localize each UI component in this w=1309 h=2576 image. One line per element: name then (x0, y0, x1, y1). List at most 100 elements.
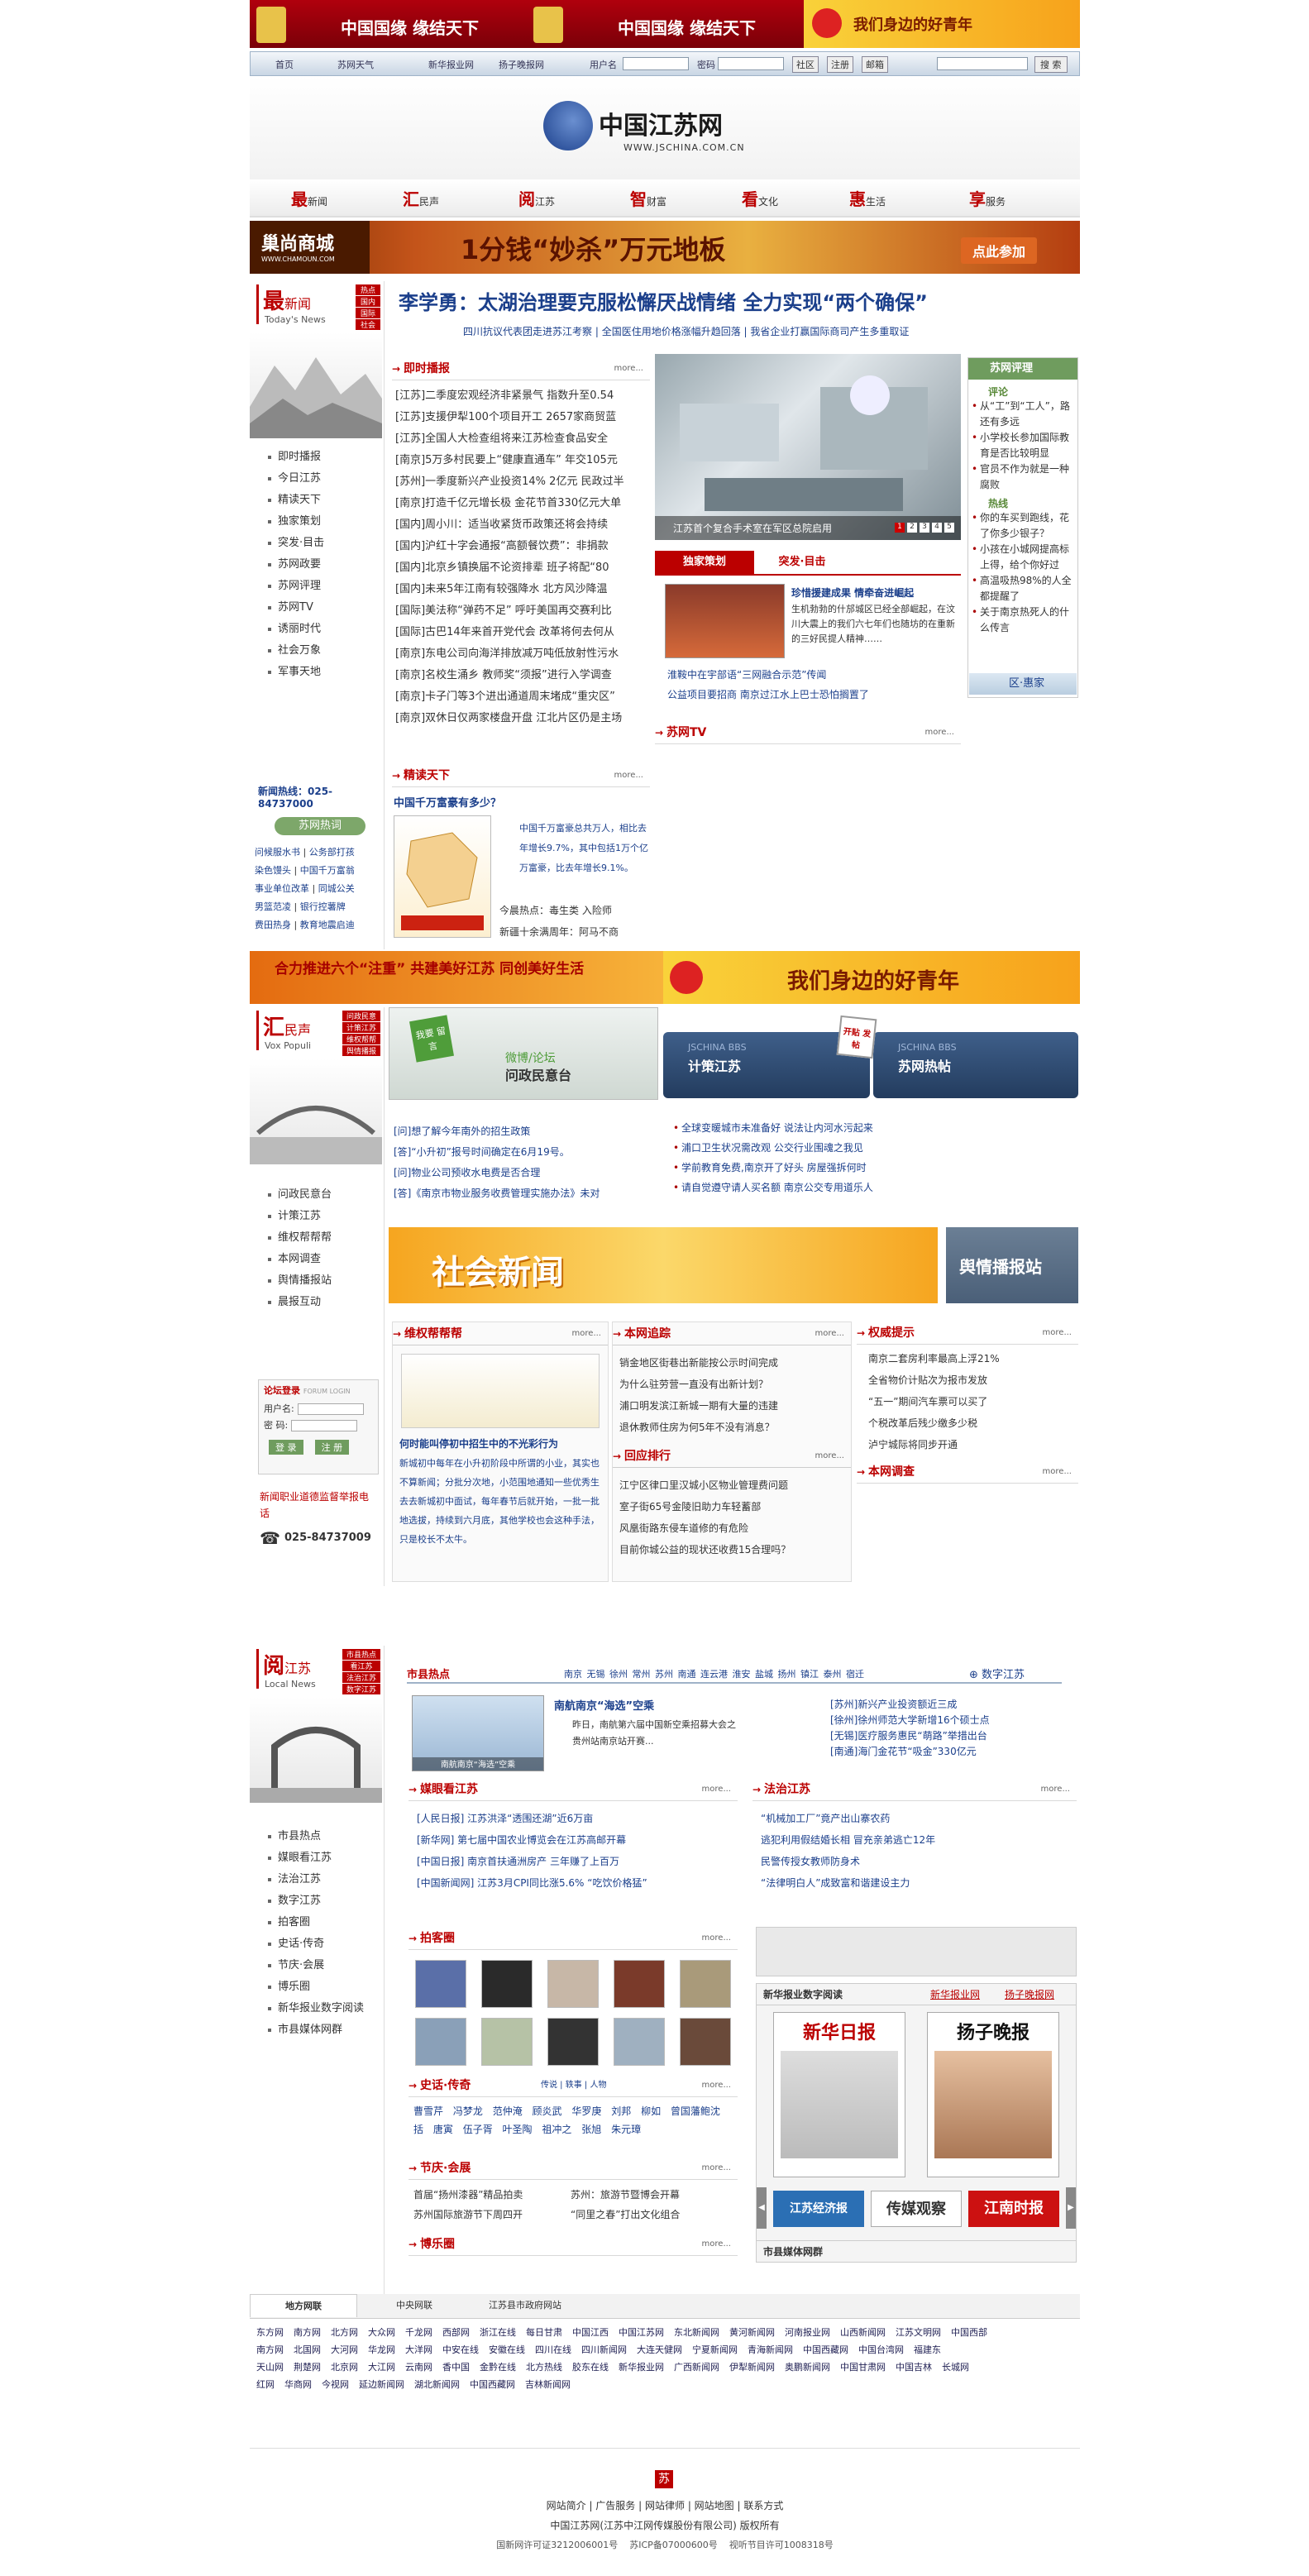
promo-banner-right[interactable]: 我们身边的好青年 (663, 951, 1080, 1004)
mail-button[interactable]: 邮箱 (862, 56, 888, 73)
jieqing-item[interactable]: “同里之春”打出文化组合 (571, 2205, 728, 2225)
zhuizong-item[interactable]: 浦口明发滨江新城一期有大量的违建 (619, 1395, 851, 1417)
digital-jiangsu-link[interactable]: ⊕ 数字江苏 (969, 1666, 1025, 1681)
sidebar-item-politics[interactable]: 苏网政要 (250, 554, 382, 576)
top-banner-ad[interactable]: 中国国缘 缘结天下 (250, 0, 527, 48)
photo-slideshow[interactable]: 江苏首个复合手术室在军区总院启用 1 2 3 4 5 (655, 354, 961, 540)
bbs-item[interactable]: 全球变暖城市未准备好 说法让内河水污起来 (670, 1118, 1075, 1138)
city-hot-link[interactable]: [南通]海门金花节“吸金”330亿元 (830, 1744, 1070, 1760)
sidebar-item[interactable]: 法治江苏 (250, 1869, 382, 1890)
bbs-item[interactable]: 学前教育免费,南京开了好头 房屋强拆何时 (670, 1158, 1075, 1178)
more-link[interactable]: more... (702, 2074, 731, 2097)
partner-link[interactable]: 四川新闻网 (581, 2344, 627, 2355)
shihua-tab[interactable]: 轶事 (566, 2081, 582, 2090)
city-link[interactable]: 徐州 (609, 1669, 628, 1680)
city-link[interactable]: 扬州 (778, 1669, 796, 1680)
headline-sublink[interactable]: 四川抗议代表团走进苏江考察 (463, 326, 592, 337)
more-link[interactable]: more... (1043, 1321, 1072, 1345)
city-link[interactable]: 南京 (564, 1669, 582, 1680)
search-input[interactable] (937, 57, 1028, 70)
partner-link[interactable]: 长城网 (942, 2362, 969, 2373)
mainnav-item-voice[interactable]: 汇民声 (403, 186, 439, 210)
more-link[interactable]: more... (1043, 1460, 1072, 1484)
meiyan-item[interactable]: [中国新闻网] 江苏3月CPI同比涨5.6% “吃饮价格猛” (417, 1872, 738, 1894)
sidebar-item[interactable]: 市县媒体网群 (250, 2019, 382, 2041)
partner-link[interactable]: 大连天健网 (637, 2344, 682, 2355)
search-button[interactable]: 搜 索 (1034, 56, 1068, 73)
partner-link[interactable]: 今视网 (322, 2379, 349, 2390)
more-link[interactable]: more... (702, 2233, 731, 2256)
register-button[interactable]: 注册 (827, 56, 853, 73)
fazhi-item[interactable]: 民警传授女教师防身术 (761, 1851, 1077, 1872)
partner-link[interactable]: 中国吉林 (896, 2362, 932, 2373)
partner-link[interactable]: 四川在线 (535, 2344, 571, 2355)
nav-weather-link[interactable]: 苏网天气 (337, 58, 374, 71)
login-button[interactable]: 登 录 (269, 1440, 303, 1455)
hot-word[interactable]: 教育地震启迪 (300, 920, 355, 930)
paike-thumb[interactable] (680, 1960, 731, 2008)
footer-link[interactable]: 网站简介 (547, 2500, 586, 2511)
sidebar-item-survey[interactable]: 本网调查 (250, 1249, 382, 1270)
slide-dot[interactable]: 1 (895, 523, 905, 533)
top-banner-ad[interactable]: 中国国缘 缘结天下 (527, 0, 804, 48)
top-banner-ad[interactable]: 我们身边的好青年 (804, 0, 1080, 48)
news-item[interactable]: [江苏]全国人大检查组将来江苏检查食品安全 (395, 428, 650, 450)
partner-link[interactable]: 大河网 (331, 2344, 358, 2355)
paike-thumb[interactable] (415, 2018, 466, 2066)
footer-link[interactable]: 联系方式 (743, 2500, 783, 2511)
partner-link[interactable]: 中国西藏网 (803, 2344, 848, 2355)
more-link[interactable]: more... (702, 2157, 731, 2180)
shihua-name[interactable]: 朱元璋 (611, 2124, 641, 2135)
nav-xinhua-link[interactable]: 新华报业网 (428, 58, 474, 71)
vtab[interactable]: 维权帮帮 (342, 1034, 380, 1044)
hot-word[interactable]: 公务部打孩 (309, 847, 355, 858)
partner-link[interactable]: 千龙网 (405, 2327, 432, 2338)
news-item[interactable]: [南京]卡子门等3个进出通道周末堵成“重灾区” (395, 686, 650, 708)
feature-photo[interactable] (665, 584, 785, 658)
paper-jiangnan[interactable]: 江南时报 (968, 2191, 1059, 2227)
quanwei-item[interactable]: “五一”期间汽车票可以买了 (868, 1391, 1078, 1412)
news-item[interactable]: [国际]美法称“弹药不足” 呼吁美国再交赛利比 (395, 600, 650, 622)
paike-thumb[interactable] (547, 1960, 599, 2008)
rich-list-map-image[interactable] (394, 815, 491, 938)
next-arrow-icon[interactable]: ▶ (1066, 2187, 1076, 2229)
meiyan-item[interactable]: [新华网] 第七届中国农业博览会在江苏高邮开幕 (417, 1829, 738, 1851)
slide-dot[interactable]: 2 (907, 523, 917, 533)
quanwei-item[interactable]: 泸宁城际将同步开通 (868, 1434, 1078, 1455)
zhuizong-item[interactable]: 退休教师住房为何5年不没有消息？ (619, 1417, 851, 1438)
ad-placeholder[interactable] (756, 1927, 1077, 1976)
partner-link[interactable]: 南方网 (256, 2344, 284, 2355)
news-item[interactable]: [江苏]支援伊犁100个项目开工 2657家商贸蓝 (395, 407, 650, 428)
prev-arrow-icon[interactable]: ◀ (757, 2187, 767, 2229)
qa-item[interactable]: [答]《南京市物业服务收费管理实施办法》未对 (394, 1183, 655, 1204)
tab-gov-links[interactable]: 江苏县市政府网站 (471, 2294, 579, 2317)
vtab[interactable]: 市县热点 (342, 1649, 380, 1660)
paihang-item[interactable]: 室子街65号金陵旧助力车轻蓄部 (619, 1496, 851, 1517)
partner-link[interactable]: 大江网 (368, 2362, 395, 2373)
hot-word[interactable]: 男篮范凌 (255, 901, 291, 912)
vtab-intl[interactable]: 国际 (356, 308, 380, 318)
shihua-name[interactable]: 顾炎武 (533, 2105, 562, 2117)
vtab[interactable]: 看江苏 (342, 1661, 380, 1671)
review-item[interactable]: 小学校长参加国际教育是否比较明显 (968, 430, 1074, 461)
shihua-name[interactable]: 华罗庚 (571, 2105, 601, 2117)
region-button[interactable]: 区·惠家 (969, 673, 1077, 695)
partner-link[interactable]: 青海新闻网 (748, 2344, 793, 2355)
tab-exclusive[interactable]: 独家策划 (655, 551, 754, 574)
paike-thumb[interactable] (614, 2018, 665, 2066)
more-link[interactable]: more... (925, 721, 954, 744)
review-item[interactable]: 高温吸热98%的人全都提醒了 (968, 573, 1074, 605)
review-item[interactable]: 从“工”到“工人”，路还有多远 (968, 399, 1074, 430)
partner-link[interactable]: 中国西部 (951, 2327, 987, 2338)
paike-thumb[interactable] (547, 2018, 599, 2066)
partner-link[interactable]: 中国甘肃网 (840, 2362, 886, 2373)
partner-link[interactable]: 山西新闻网 (840, 2327, 886, 2338)
nav-yangzi-link[interactable]: 扬子晚报网 (499, 58, 544, 71)
mainnav-item-news[interactable]: 最新闻 (291, 186, 327, 210)
zhuizong-item[interactable]: 为什么驻劳营一直没有出新计划？ (619, 1374, 851, 1395)
partner-link[interactable]: 江苏文明网 (896, 2327, 941, 2338)
sidebar-item-review[interactable]: 苏网评理 (250, 576, 382, 597)
hot-word[interactable]: 问候服水书 (255, 847, 300, 858)
community-button[interactable]: 社区 (792, 56, 819, 73)
promo-banner-left[interactable]: 合力推进六个“注重” 共建美好江苏 同创美好生活 (250, 951, 663, 1004)
